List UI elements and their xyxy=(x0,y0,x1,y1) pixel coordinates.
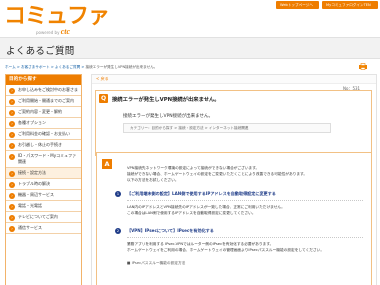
chevron-right-icon: › xyxy=(9,143,15,149)
step-text: この場合はLAN側で使用するIPアドレスを自動取得設定に変更してください。 xyxy=(127,211,256,215)
chevron-right-icon: › xyxy=(9,226,15,232)
step-number-badge: 2 xyxy=(115,228,121,234)
chevron-right-icon: › xyxy=(9,182,15,188)
sidebar-item-moving[interactable]: › お引越し・休止の手続き xyxy=(6,140,81,151)
answer-box: A VPN接続先ネットワーク環境の設定によって接続ができない場合がございます。 … xyxy=(96,152,372,285)
breadcrumb: ホーム > お客さまサポート > よくあるご質問 > 接続エラーが発生しVPN接… xyxy=(5,65,157,70)
question-title: 接続エラーが発生しVPN接続が出来ません。 xyxy=(112,97,220,103)
step-heading: 【ご利用端末側の設定】LAN側で使用するIPアドレスを自動取得設定に変更する xyxy=(127,191,276,196)
sidebar-item-trouble[interactable]: › トラブル時の解決 xyxy=(6,179,81,190)
my-commufa-login-button[interactable]: MyコミュファログインTEN xyxy=(322,1,378,9)
sidebar-item-label: お引越し・休止の手続き xyxy=(18,142,62,147)
sidebar-item-billing[interactable]: › ご利用料金の確認・お支払い xyxy=(6,129,81,140)
commufa-logo[interactable]: コミュファ xyxy=(4,5,110,27)
category-path: カテゴリー：目的から探す > 接続・設定方法 > インターネット接続関連 xyxy=(123,123,331,133)
sidebar-item-label: トラブル時の解決 xyxy=(18,181,50,186)
question-box: Q 接続エラーが発生しVPN接続が出来ません。 接続エラーが発生しVPN接続が出… xyxy=(95,90,372,156)
web-top-button[interactable]: Webトップページへ xyxy=(276,1,319,9)
breadcrumb-support[interactable]: お客さまサポート xyxy=(21,65,50,69)
step-text: ホームゲートウェイをご利用の場合、ホームゲートウェイの管理画面よりIPsecパス… xyxy=(127,248,325,252)
sidebar-heading: 目的から探す xyxy=(6,75,81,85)
chevron-right-icon: › xyxy=(9,154,15,160)
answer-intro-line: 接続ができない場合、ホームゲートウェイの設定をご変更いただくことにより改善できる… xyxy=(127,172,308,176)
faq-panel: < 戻る No：531 Q 接続エラーが発生しVPN接続が出来ません。 接続エラ… xyxy=(91,74,377,285)
print-icon[interactable] xyxy=(358,63,368,70)
section-divider xyxy=(127,200,363,201)
back-link[interactable]: < 戻る xyxy=(96,76,109,82)
step-heading: 【VPN】IPsecについて】IPsecを有効化する xyxy=(127,228,214,233)
page-title-bar: よくあるご質問 xyxy=(0,37,380,59)
chevron-right-icon: › xyxy=(9,121,15,127)
chevron-right-icon: › xyxy=(9,215,15,221)
sidebar-item-devices[interactable]: › 機器・周辺サービス xyxy=(6,190,81,201)
page-title: よくあるご質問 xyxy=(6,46,75,57)
sidebar-item-options[interactable]: › 各種オプション xyxy=(6,118,81,129)
sidebar-item-label: テレビについてご案内 xyxy=(18,214,58,219)
step-text: LAN内のIPアドレスとVPN接続先のIPアドレスが一致した場合、正常にご利用い… xyxy=(127,205,285,209)
sidebar-item-start[interactable]: › ご利用開始・開通までのご案内 xyxy=(6,96,81,107)
ctc-logo: ctc xyxy=(60,27,71,36)
panel-toolbar: < 戻る xyxy=(92,75,376,84)
question-text: 接続エラーが発生しVPN接続が出来ません。 xyxy=(123,114,214,119)
step-text: 業務アプリを利用する IPsec-VPNではルーター側のIPsecを有効化する必… xyxy=(127,242,274,246)
sidebar-item-label: 各種オプション xyxy=(18,120,46,125)
answer-intro-line: 以下の方法をお試しください。 xyxy=(127,178,179,182)
sidebar-item-connection[interactable]: › 接続・設定方法 xyxy=(6,168,81,179)
sidebar-item-considering[interactable]: › お申し込みをご検討中のお客さま xyxy=(6,85,81,96)
chevron-right-icon: › xyxy=(9,110,15,116)
logo-tagline: powered by ctc xyxy=(36,27,70,36)
breadcrumb-current: 接続エラーが発生しVPN接続が出来ません。 xyxy=(85,65,158,69)
section-divider xyxy=(127,237,363,238)
chevron-right-icon: › xyxy=(9,88,15,94)
logo-powered-by: powered by xyxy=(36,30,60,35)
chevron-right-icon: › xyxy=(9,193,15,199)
breadcrumb-faq[interactable]: よくあるご質問 xyxy=(55,65,80,69)
chevron-right-icon: › xyxy=(9,171,15,177)
sidebar-item-label: お申し込みをご検討中のお客さま xyxy=(18,87,78,92)
sidebar-nav: 目的から探す › お申し込みをご検討中のお客さま › ご利用開始・開通までのご案内 … xyxy=(5,74,82,285)
sidebar-item-phone[interactable]: › 電話・光電話 xyxy=(6,201,81,212)
sidebar-item-label: 通信サービス xyxy=(18,225,42,230)
sidebar-item-label: ご利用料金の確認・お支払い xyxy=(18,131,70,136)
sidebar-item-label: 接続・設定方法 xyxy=(18,170,46,175)
sidebar-item-tv[interactable]: › テレビについてご案内 xyxy=(6,212,81,223)
sidebar-item-services[interactable]: › 通信サービス xyxy=(6,223,81,234)
page-root: コミュファ powered by ctc Webトップページへ Myコミュファロ… xyxy=(0,0,380,285)
sidebar-item-label: 機器・周辺サービス xyxy=(18,192,54,197)
ipsec-settings-heading: ■ IPsecパススルー機能の設定方法 xyxy=(127,261,186,265)
sidebar-item-label: ID・パスワード・Myコミュファ関連 xyxy=(18,153,77,164)
sidebar-item-contract[interactable]: › ご契約内容・変更・解約 xyxy=(6,107,81,118)
sidebar-item-label: 電話・光電話 xyxy=(18,203,42,208)
step-number-badge: 1 xyxy=(115,191,121,197)
answer-intro-line: VPN接続先ネットワーク環境の設定によって接続ができない場合がございます。 xyxy=(127,166,260,170)
sidebar-item-label: ご契約内容・変更・解約 xyxy=(18,109,62,114)
breadcrumb-home[interactable]: ホーム xyxy=(5,65,16,69)
site-header: コミュファ powered by ctc Webトップページへ Myコミュファロ… xyxy=(0,0,380,36)
chevron-right-icon: › xyxy=(9,132,15,138)
answer-badge: A xyxy=(102,159,112,169)
chevron-right-icon: › xyxy=(9,99,15,105)
question-badge: Q xyxy=(99,94,108,103)
sidebar-item-id-password[interactable]: › ID・パスワード・Myコミュファ関連 xyxy=(6,151,81,168)
sidebar-item-label: ご利用開始・開通までのご案内 xyxy=(18,98,74,103)
chevron-right-icon: › xyxy=(9,204,15,210)
